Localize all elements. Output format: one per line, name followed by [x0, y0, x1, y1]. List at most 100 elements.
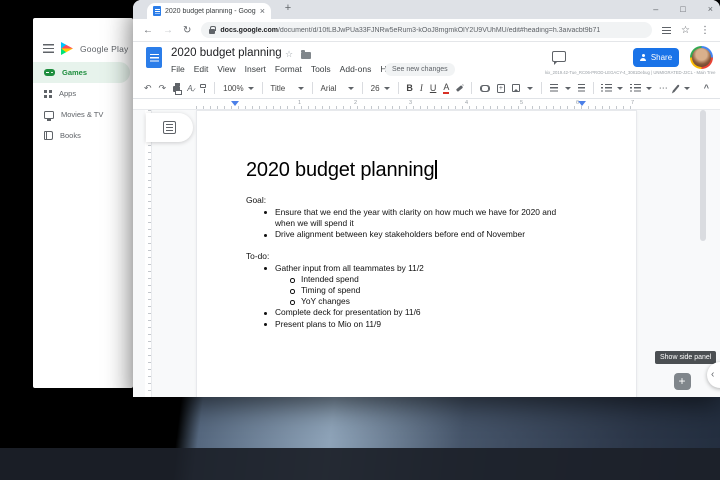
window-maximize-button[interactable]: □ — [680, 1, 685, 17]
menu-file[interactable]: File — [171, 64, 185, 74]
menu-tools[interactable]: Tools — [311, 64, 331, 74]
list-item[interactable]: Complete deck for presentation by 11/6 — [246, 307, 564, 318]
ruler-mark: 3 — [409, 100, 412, 106]
chevron-down-icon[interactable] — [617, 87, 623, 90]
document-heading[interactable]: 2020 budget planning — [246, 157, 598, 183]
google-play-header: Google Play — [43, 42, 129, 55]
italic-button[interactable]: I — [420, 83, 423, 93]
shelf: US 1 1:19 — [0, 448, 720, 480]
account-avatar[interactable] — [690, 46, 713, 69]
share-button-label: Share — [651, 53, 672, 62]
list-item[interactable]: Present plans to Mio on 11/9 — [246, 319, 564, 330]
show-side-panel-tooltip: Show side panel — [655, 351, 716, 364]
zoom-select[interactable]: 100% — [223, 84, 253, 93]
address-bar[interactable]: docs.google.com/document/d/10fLBJwPUa33F… — [201, 22, 652, 38]
left-indent-marker[interactable] — [231, 101, 239, 106]
see-new-changes-button[interactable]: See new changes — [385, 63, 455, 76]
url-domain: docs.google.com — [220, 27, 278, 34]
sidebar-item-games[interactable]: Games — [33, 62, 130, 83]
list-item[interactable]: Drive alignment between key stakeholders… — [246, 229, 564, 240]
back-button[interactable]: ← — [143, 25, 153, 36]
sidebar-item-books[interactable]: Books — [33, 125, 133, 146]
menu-edit[interactable]: Edit — [194, 64, 209, 74]
more-options-button[interactable]: ⋯ — [659, 83, 668, 93]
numbered-list-button[interactable] — [601, 84, 610, 92]
document-page[interactable]: 2020 budget planning Goal: Ensure that w… — [196, 110, 637, 397]
bulleted-list-button[interactable] — [630, 84, 639, 92]
share-person-icon — [640, 54, 647, 61]
new-tab-button[interactable]: + — [281, 2, 295, 16]
browser-menu-icon[interactable]: ⋮ — [700, 25, 710, 36]
font-select[interactable]: Arial — [321, 84, 354, 93]
hide-menus-button[interactable]: ^ — [704, 83, 709, 93]
underline-button[interactable]: U — [430, 83, 437, 93]
chevron-left-icon: ‹ — [711, 368, 714, 381]
text-color-button[interactable]: A — [443, 83, 449, 94]
right-indent-marker[interactable] — [578, 101, 586, 106]
font-size-select[interactable]: 26 — [371, 84, 390, 93]
star-document-icon[interactable]: ☆ — [285, 49, 293, 60]
paint-format-button[interactable] — [200, 84, 207, 88]
scrollbar[interactable] — [700, 110, 706, 241]
chevron-down-icon[interactable] — [527, 87, 533, 90]
todo-label[interactable]: To-do: — [246, 251, 598, 262]
goal-label[interactable]: Goal: — [246, 195, 598, 206]
insert-link-button[interactable] — [480, 85, 490, 91]
tab-2020-budget-planning[interactable]: 2020 budget planning - Google D × — [147, 3, 271, 19]
google-play-sidebar: Games Apps Movies & TV Books — [33, 62, 133, 146]
forward-button[interactable]: → — [163, 25, 173, 36]
tab-close-icon[interactable]: × — [260, 7, 265, 16]
window-close-button[interactable]: × — [708, 1, 713, 17]
url-text: docs.google.com/document/d/10fLBJwPUa33F… — [220, 27, 600, 34]
docs-app-icon[interactable] — [146, 47, 162, 68]
horizontal-ruler: 1 2 3 4 5 6 7 — [133, 99, 720, 110]
highlight-color-button[interactable] — [456, 85, 463, 92]
insert-image-button[interactable] — [512, 84, 520, 92]
list-sub-item[interactable]: Intended spend — [246, 274, 564, 285]
toolbar-separator — [262, 82, 263, 94]
lock-icon — [209, 29, 215, 34]
styles-select[interactable]: Title — [270, 84, 303, 93]
list-item[interactable]: Ensure that we end the year with clarity… — [246, 207, 564, 229]
docs-menubar: File Edit View Insert Format Tools Add-o… — [171, 64, 398, 74]
omnibox-lines-icon[interactable] — [662, 27, 671, 34]
redo-button[interactable]: ↷ — [159, 83, 167, 93]
menu-insert[interactable]: Insert — [245, 64, 266, 74]
undo-button[interactable]: ↶ — [144, 83, 152, 93]
editing-mode-button[interactable] — [672, 84, 679, 92]
sidebar-item-apps[interactable]: Apps — [33, 83, 133, 104]
menu-format[interactable]: Format — [275, 64, 302, 74]
list-item[interactable]: Gather input from all teammates by 11/2 — [246, 263, 564, 274]
sidebar-item-movies-tv[interactable]: Movies & TV — [33, 104, 133, 125]
docs-header: 2020 budget planning ☆ File Edit View In… — [133, 42, 720, 78]
share-button[interactable]: Share — [633, 48, 679, 67]
align-button[interactable] — [550, 84, 558, 92]
reload-button[interactable]: ↻ — [183, 25, 191, 36]
insert-comment-button[interactable]: + — [497, 84, 505, 93]
spellcheck-button[interactable]: A✓ — [187, 84, 192, 93]
chevron-down-icon[interactable] — [565, 87, 571, 90]
movies-tv-icon — [44, 111, 54, 119]
hamburger-menu-icon[interactable] — [43, 44, 54, 53]
list-sub-item[interactable]: Timing of spend — [246, 285, 564, 296]
sidebar-item-label: Apps — [59, 89, 76, 98]
print-button[interactable] — [173, 86, 180, 92]
list-sub-item[interactable]: YoY changes — [246, 296, 564, 307]
toolbar-separator — [593, 82, 594, 94]
chevron-down-icon[interactable] — [646, 87, 652, 90]
menu-view[interactable]: View — [217, 64, 235, 74]
document-title[interactable]: 2020 budget planning — [171, 47, 282, 59]
window-minimize-button[interactable]: – — [653, 1, 658, 17]
bold-button[interactable]: B — [406, 83, 413, 93]
move-to-folder-icon[interactable] — [301, 52, 311, 59]
chevron-down-icon[interactable] — [684, 87, 690, 90]
side-panel-apps-button[interactable]: + — [670, 369, 694, 393]
menu-addons[interactable]: Add-ons — [340, 64, 372, 74]
comment-history-icon[interactable] — [552, 51, 566, 62]
show-document-outline-button[interactable] — [146, 113, 193, 142]
toolbar-separator — [362, 82, 363, 94]
tab-strip: 2020 budget planning - Google D × + – □ … — [133, 0, 720, 19]
check-icon: ✓ — [192, 87, 197, 94]
bookmark-star-icon[interactable]: ☆ — [681, 25, 690, 36]
line-spacing-button[interactable] — [578, 84, 584, 92]
